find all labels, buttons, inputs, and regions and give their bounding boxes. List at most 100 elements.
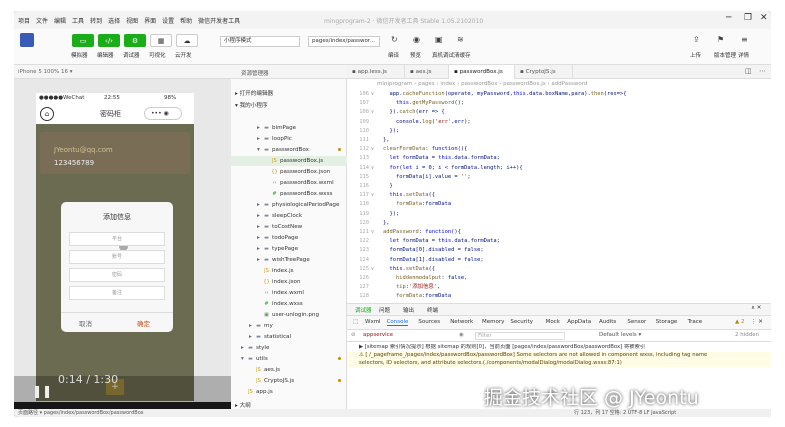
device-select[interactable]: iPhone 5 100% 16 ▾ <box>18 69 73 75</box>
tree-item[interactable]: {} index.json <box>231 277 347 287</box>
clear-console-icon[interactable]: ⊘ <box>351 332 356 338</box>
devtools-tab-memory[interactable]: Memory <box>482 319 504 325</box>
modal-field-3[interactable]: 备注 <box>69 286 165 300</box>
tree-item[interactable]: ▸ ▬ toCostNew <box>231 222 347 232</box>
tree-item[interactable]: {} passwordBox.json <box>231 167 347 177</box>
devtools-tab-appdata[interactable]: AppData <box>567 319 591 325</box>
fold-chevron-icon[interactable]: ∨ <box>371 165 374 171</box>
tree-item[interactable]: JS index.js <box>231 266 347 276</box>
tree-item[interactable]: ▸ ▬ bimPage <box>231 123 347 133</box>
home-icon[interactable]: ⌂ <box>40 107 54 121</box>
toolbar-right-icon-2[interactable]: ≡ <box>741 35 748 44</box>
tree-item[interactable]: ▸ ▬ statistical <box>231 332 347 342</box>
devtools-menu-icon[interactable]: ⋮ ✕ <box>751 319 763 325</box>
panel-tab-1[interactable]: 问题 <box>379 306 390 314</box>
tree-item[interactable]: ▸ ▬ sleepClock <box>231 211 347 221</box>
panel-tab-2[interactable]: 输出 <box>403 306 414 314</box>
toolbar-action-2[interactable]: 真机调试 <box>432 51 454 59</box>
inspect-icon[interactable]: ⬚ <box>353 319 358 325</box>
grid-icon[interactable]: ▦ <box>150 34 172 47</box>
menu-item-9[interactable]: 帮助 <box>180 16 192 25</box>
tree-item[interactable]: ▣ user-unlogin.png <box>231 310 347 320</box>
tree-item[interactable]: JS passwordBox.js <box>231 156 347 166</box>
tree-item[interactable]: ▸ ▬ typePage <box>231 244 347 254</box>
fold-chevron-icon[interactable]: ∨ <box>371 146 374 152</box>
tree-item[interactable]: ▾ ▬ passwordBox <box>231 145 347 155</box>
devtools-tab-sources[interactable]: Sources <box>418 319 440 325</box>
tree-item[interactable]: # index.wxss <box>231 299 347 309</box>
cloud-icon[interactable]: ☁ <box>176 34 198 47</box>
menu-item-5[interactable]: 选择 <box>108 16 120 25</box>
split-editor-icon[interactable]: ◫ <box>745 67 752 75</box>
tree-item[interactable]: # passwordBox.wxss <box>231 189 347 199</box>
menu-item-4[interactable]: 转到 <box>90 16 102 25</box>
devtools-tab-wxml[interactable]: Wxml <box>365 319 381 325</box>
tree-item[interactable]: ‹› index.wxml <box>231 288 347 298</box>
editor-tab-2[interactable]: ▪ passwordBox.js <box>449 65 515 79</box>
devtools-tab-storage[interactable]: Storage <box>656 319 678 325</box>
tree-item[interactable]: ▸ ▬ physiologicalPeriodPage <box>231 200 347 210</box>
devtools-tab-console[interactable]: Console <box>386 319 409 326</box>
mode-select[interactable]: 小程序模式 <box>220 36 300 47</box>
toolbar-right-icon-1[interactable]: ⚑ <box>717 35 724 44</box>
tree-item[interactable]: JS aes.js <box>231 365 347 375</box>
toolbar-icon-1[interactable]: ◉ <box>413 35 420 44</box>
close-icon[interactable]: ✕ <box>760 13 768 23</box>
panel-tab-0[interactable]: 调试器 <box>355 306 372 314</box>
toolbar-right-icon-0[interactable]: ⇪ <box>693 35 700 44</box>
panel-tab-3[interactable]: 终端 <box>427 306 438 314</box>
toolbar-icon-3[interactable]: ≋ <box>457 35 464 44</box>
modal-field-0[interactable]: 平台 <box>69 232 165 246</box>
editor-tab-1[interactable]: ▪ aes.js <box>405 65 449 79</box>
toolbar-action-0[interactable]: 编译 <box>388 51 399 59</box>
phone-icon[interactable]: ▭ <box>72 34 94 47</box>
confirm-button[interactable]: 确定 <box>137 318 150 328</box>
devtools-tab-trace[interactable]: Trace <box>688 319 703 325</box>
tree-item[interactable]: ▾ ▬ utils <box>231 354 347 364</box>
fold-chevron-icon[interactable]: ∨ <box>371 192 374 198</box>
menu-item-1[interactable]: 文件 <box>36 16 48 25</box>
menu-item-6[interactable]: 视图 <box>126 16 138 25</box>
modal-field-2[interactable]: 密码 <box>69 268 165 282</box>
toolbar-icon-2[interactable]: ▣ <box>435 35 443 44</box>
toolbar-icon-0[interactable]: ↻ <box>391 35 398 44</box>
code-editor[interactable]: 106 ∨ app.cacheFunction(operate, myPasswo… <box>347 89 771 303</box>
capsule-menu[interactable]: ••• ◉ <box>144 107 182 120</box>
devtools-tab-security[interactable]: Security <box>510 319 533 325</box>
context-select[interactable]: appservice <box>363 332 394 338</box>
menu-item-8[interactable]: 设置 <box>162 16 174 25</box>
tree-item[interactable]: ▸ ▬ my <box>231 321 347 331</box>
tree-item[interactable]: ▸ ▬ loopPic <box>231 134 347 144</box>
filter-input[interactable]: Filter <box>475 332 565 340</box>
menu-item-0[interactable]: 项目 <box>18 16 30 25</box>
menu-item-7[interactable]: 界面 <box>144 16 156 25</box>
devtools-tab-audits[interactable]: Audits <box>599 319 616 325</box>
debug-icon[interactable]: ⚙ <box>124 34 146 47</box>
cancel-button[interactable]: 取消 <box>79 318 92 328</box>
fold-chevron-icon[interactable]: ∨ <box>371 266 374 272</box>
pause-icon[interactable]: ❚❚ <box>32 384 52 398</box>
open-editors-section[interactable]: ▸ 打开的编辑器 <box>231 89 347 99</box>
toolbar-right-0[interactable]: 上传 <box>690 51 701 59</box>
levels-select[interactable]: Default levels ▾ <box>599 332 641 338</box>
toolbar-right-1[interactable]: 版本管理 <box>714 51 736 59</box>
more-icon[interactable]: ⋯ <box>759 67 766 75</box>
tree-item[interactable]: JS CryptoJS.js <box>231 376 347 386</box>
breadcrumb[interactable]: miniprogram › pages › index › passwordBo… <box>347 79 771 89</box>
devtools-tab-sensor[interactable]: Sensor <box>627 319 646 325</box>
menu-item-2[interactable]: 编辑 <box>54 16 66 25</box>
editor-tab-3[interactable]: ▪ CryptoJS.js <box>515 65 573 79</box>
toolbar-action-3[interactable]: 清缓存 <box>454 51 471 59</box>
devtools-tab-network[interactable]: Network <box>450 319 473 325</box>
tree-item[interactable]: ▸ ▬ style <box>231 343 347 353</box>
project-section[interactable]: ▾ 我的小程序 <box>231 101 347 111</box>
toolbar-right-2[interactable]: 详情 <box>738 51 749 59</box>
maximize-icon[interactable]: ❐ <box>744 13 752 23</box>
modal-field-1[interactable]: 账号 <box>69 250 165 264</box>
fold-chevron-icon[interactable]: ∨ <box>371 109 374 115</box>
password-card[interactable]: JYeontu@qq.com 123456789 <box>40 132 190 174</box>
tree-item[interactable]: ▸ ▬ todoPage <box>231 233 347 243</box>
menu-item-10[interactable]: 微信开发者工具 <box>198 16 240 25</box>
tree-item[interactable]: JS app.js <box>231 387 347 397</box>
fold-chevron-icon[interactable]: ∨ <box>371 91 374 97</box>
